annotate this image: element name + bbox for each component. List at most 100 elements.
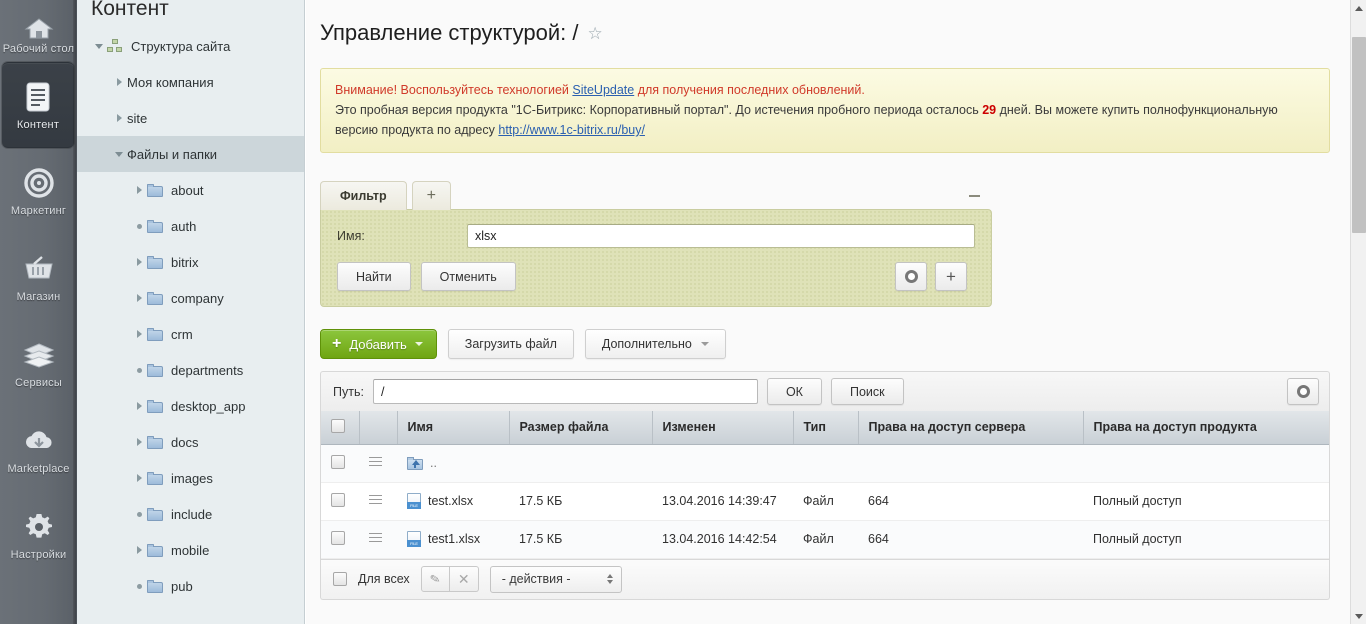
home-icon <box>21 15 57 41</box>
select-all-rows-checkbox[interactable] <box>333 572 347 586</box>
tree-node-include[interactable]: include <box>77 496 304 532</box>
tree-node-auth[interactable]: auth <box>77 208 304 244</box>
th-modified[interactable]: Изменен <box>652 411 793 444</box>
row-name-cell[interactable]: test.xlsx <box>397 482 509 520</box>
chevron-right-icon[interactable] <box>111 74 127 90</box>
gear-icon <box>21 509 57 545</box>
tree-node-crm[interactable]: crm <box>77 316 304 352</box>
cancel-filter-button[interactable]: Отменить <box>421 262 516 291</box>
leaf-dot-icon <box>131 362 147 378</box>
rail-item-content[interactable]: Контент <box>2 62 74 148</box>
page-scrollbar[interactable] <box>1350 0 1366 624</box>
path-ok-button[interactable]: ОК <box>767 378 822 405</box>
upload-file-button[interactable]: Загрузить файл <box>448 329 574 359</box>
th-server-rights[interactable]: Права на доступ сервера <box>858 411 1083 444</box>
target-icon <box>21 165 57 201</box>
tree-node-company[interactable]: company <box>77 280 304 316</box>
tree-node-label: desktop_app <box>171 399 245 414</box>
row-checkbox[interactable] <box>331 493 345 507</box>
row-checkbox[interactable] <box>331 455 345 469</box>
tree-node-departments[interactable]: departments <box>77 352 304 388</box>
delete-selected-button[interactable]: ✕ <box>450 566 479 592</box>
rail-item-settings[interactable]: Настройки <box>0 492 77 578</box>
rail-item-desktop[interactable]: Рабочий стол <box>0 0 77 62</box>
scroll-down-button[interactable] <box>1351 608 1366 624</box>
th-product-rights[interactable]: Права на доступ продукта <box>1083 411 1329 444</box>
tree-node-label: about <box>171 183 204 198</box>
row-menu-icon[interactable] <box>369 492 382 507</box>
folder-icon <box>147 362 165 378</box>
tree-node-images[interactable]: images <box>77 460 304 496</box>
chevron-right-icon[interactable] <box>131 398 147 414</box>
rail-item-marketing[interactable]: Маркетинг <box>0 148 77 234</box>
siteupdate-link[interactable]: SiteUpdate <box>572 83 634 97</box>
tree-node-mobile[interactable]: mobile <box>77 532 304 568</box>
chevron-right-icon[interactable] <box>131 434 147 450</box>
actions-select[interactable]: - действия - <box>490 566 622 593</box>
find-button[interactable]: Найти <box>337 262 411 291</box>
th-size[interactable]: Размер файла <box>509 411 652 444</box>
chevron-right-icon[interactable] <box>131 290 147 306</box>
th-name[interactable]: Имя <box>397 411 509 444</box>
upload-file-label: Загрузить файл <box>465 337 557 351</box>
row-checkbox-cell[interactable] <box>321 482 359 520</box>
rail-item-marketplace[interactable]: Marketplace <box>0 406 77 492</box>
row-menu-icon[interactable] <box>369 454 382 469</box>
chevron-right-icon[interactable] <box>111 110 127 126</box>
tree-node-pub[interactable]: pub <box>77 568 304 604</box>
tree-node-структура-сайта[interactable]: Структура сайта <box>77 28 304 64</box>
th-select-all[interactable] <box>321 411 359 444</box>
tree-node-моя-компания[interactable]: Моя компания <box>77 64 304 100</box>
scrollbar-thumb[interactable] <box>1352 37 1366 233</box>
scroll-up-button[interactable] <box>1351 0 1366 16</box>
row-name-cell[interactable]: test1.xlsx <box>397 520 509 558</box>
path-search-button[interactable]: Поиск <box>831 378 904 405</box>
row-menu-cell[interactable] <box>359 482 397 520</box>
row-name-cell[interactable]: .. <box>397 444 509 482</box>
buy-link[interactable]: http://www.1c-bitrix.ru/buy/ <box>498 123 645 137</box>
tree-node-site[interactable]: site <box>77 100 304 136</box>
th-type[interactable]: Тип <box>793 411 858 444</box>
folder-icon <box>147 182 165 198</box>
tree-node-docs[interactable]: docs <box>77 424 304 460</box>
table-row[interactable]: test1.xlsx17.5 КБ13.04.2016 14:42:54Файл… <box>321 520 1329 558</box>
filter-settings-button[interactable] <box>895 262 927 291</box>
chevron-right-icon[interactable] <box>131 326 147 342</box>
filter-name-input[interactable] <box>467 224 975 248</box>
grid-footer: Для всех ✎ ✕ - действия - <box>320 560 1330 600</box>
filter-add-button[interactable]: + <box>935 262 967 291</box>
basket-icon <box>21 251 57 287</box>
table-row[interactable]: .. <box>321 444 1329 482</box>
more-actions-button[interactable]: Дополнительно <box>585 329 726 359</box>
tab-filter[interactable]: Фильтр <box>320 181 407 210</box>
rail-item-shop[interactable]: Магазин <box>0 234 77 320</box>
page-title: Управление структурой: / ☆ <box>306 0 1350 46</box>
table-row[interactable]: test.xlsx17.5 КБ13.04.2016 14:39:47Файл6… <box>321 482 1329 520</box>
row-menu-cell[interactable] <box>359 444 397 482</box>
chevron-down-icon[interactable] <box>91 38 107 54</box>
rail-item-services[interactable]: Сервисы <box>0 320 77 406</box>
tree-node-about[interactable]: about <box>77 172 304 208</box>
chevron-right-icon[interactable] <box>131 470 147 486</box>
edit-selected-button[interactable]: ✎ <box>421 566 450 592</box>
add-button[interactable]: + Добавить <box>320 329 437 359</box>
tab-add-filter[interactable]: + <box>412 181 451 210</box>
row-checkbox[interactable] <box>331 531 345 545</box>
row-menu-icon[interactable] <box>369 530 382 545</box>
select-all-checkbox[interactable] <box>331 419 345 433</box>
row-checkbox-cell[interactable] <box>321 444 359 482</box>
path-bar: Путь: ОК Поиск <box>320 371 1330 411</box>
chevron-right-icon[interactable] <box>131 542 147 558</box>
minimize-icon[interactable] <box>965 188 983 204</box>
grid-settings-button[interactable] <box>1287 378 1319 405</box>
path-input[interactable] <box>373 379 758 404</box>
chevron-right-icon[interactable] <box>131 182 147 198</box>
star-icon[interactable]: ☆ <box>588 25 603 42</box>
tree-node-desktop_app[interactable]: desktop_app <box>77 388 304 424</box>
tree-node-файлы-и-папки[interactable]: Файлы и папки <box>77 136 304 172</box>
chevron-right-icon[interactable] <box>131 254 147 270</box>
row-checkbox-cell[interactable] <box>321 520 359 558</box>
chevron-down-icon[interactable] <box>111 146 127 162</box>
row-menu-cell[interactable] <box>359 520 397 558</box>
tree-node-bitrix[interactable]: bitrix <box>77 244 304 280</box>
